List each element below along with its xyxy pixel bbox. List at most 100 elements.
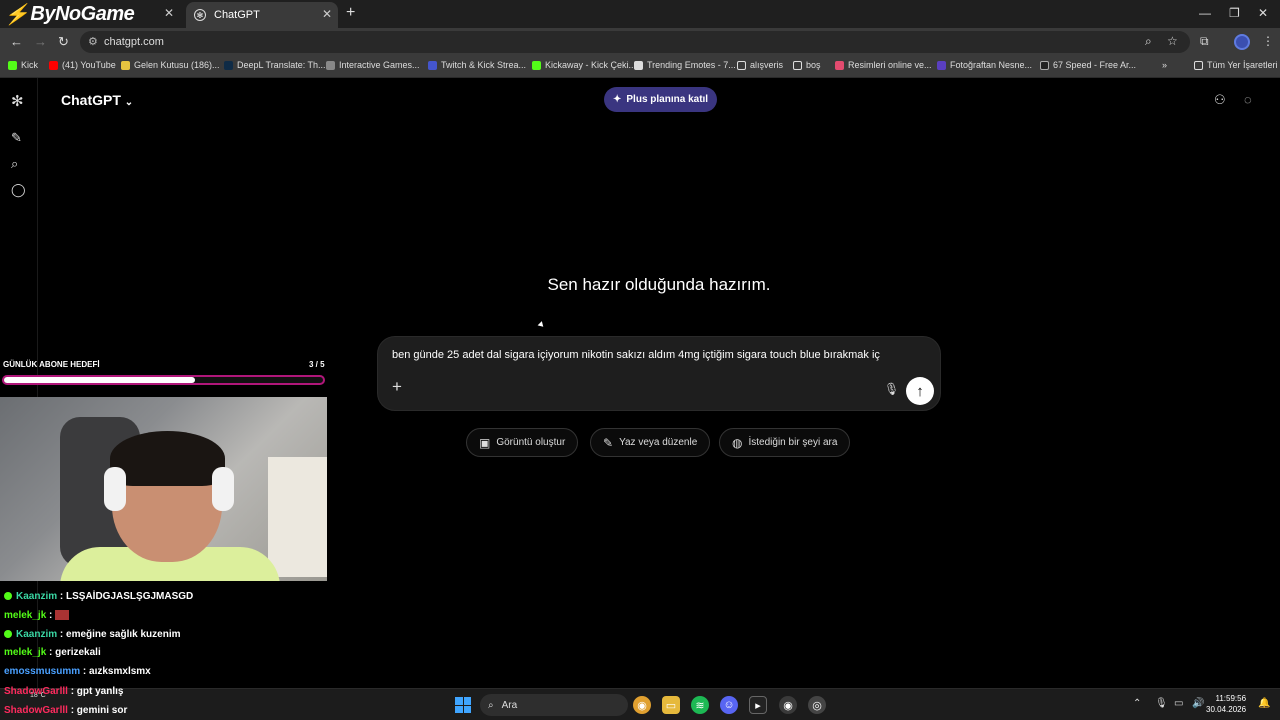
search-anything-button[interactable]: ◍ İstediğin bir şeyi ara [719, 428, 851, 457]
chat-message: ShadowGarlll : gemini sor [4, 705, 128, 716]
chrome-active-icon[interactable]: ◉ [779, 696, 797, 714]
brand-logo: ⚡ ByNoGame [4, 2, 135, 26]
url-text: chatgpt.com [104, 36, 164, 48]
tray-chevron-icon[interactable]: ⌃ [1133, 698, 1141, 709]
add-user-icon[interactable]: ⚇ [1214, 92, 1226, 108]
address-bar-row: ← → ↻ ⚙ chatgpt.com ⌕ ☆ ⧉ ⋮ [0, 28, 1280, 56]
headphones-left [104, 467, 126, 511]
bookmark-item[interactable]: Twitch & Kick Strea... [428, 60, 526, 70]
sparkle-icon: ✦ [613, 94, 622, 105]
sub-goal-progress-fill [4, 377, 196, 383]
bookmark-item[interactable]: DeepL Translate: Th... [224, 60, 326, 70]
openai-icon: ✻ [194, 9, 206, 21]
close-window-icon[interactable]: ✕ [1258, 6, 1268, 20]
bookmark-folder[interactable]: alışveris [737, 60, 783, 70]
bookmark-item[interactable]: 67 Speed - Free Ar... [1040, 60, 1136, 70]
pencil-icon: ✎ [603, 435, 614, 450]
reload-icon[interactable]: ↻ [58, 34, 69, 50]
discord-icon[interactable]: ☺ [720, 696, 738, 714]
bookmark-item[interactable]: Interactive Games... [326, 60, 420, 70]
sub-goal-progress-bar [2, 375, 325, 385]
mouse-cursor [537, 321, 546, 329]
webcam-feed [0, 397, 327, 581]
chrome-icon[interactable]: ◉ [633, 696, 651, 714]
bookmark-item[interactable]: Resimleri online ve... [835, 60, 932, 70]
hero-heading: Sen hazır olduğunda hazırım. [547, 275, 771, 294]
url-field[interactable]: ⚙ chatgpt.com [80, 31, 1190, 53]
microphone-icon[interactable]: 🎙 [884, 382, 899, 396]
star-icon[interactable]: ☆ [1167, 34, 1178, 48]
sub-goal-count: 3 / 5 [309, 360, 325, 369]
attach-plus-icon[interactable]: + [392, 377, 402, 397]
openai-logo-icon[interactable]: ✻ [11, 92, 24, 110]
network-icon[interactable]: ▭ [1174, 698, 1183, 709]
tab-close-icon[interactable]: ✕ [322, 7, 332, 21]
emote-icon [55, 610, 70, 621]
browser-tab-bar: ⚡ ByNoGame ✕ ✻ ChatGPT ✕ + — ❐ ✕ [0, 0, 1280, 28]
file-explorer-icon[interactable]: ▭ [662, 696, 680, 714]
taskbar-search[interactable]: ⌕ Ara [480, 694, 628, 716]
obs-icon[interactable]: ▸ [749, 696, 767, 714]
spotify-icon[interactable]: ≋ [691, 696, 709, 714]
chat-message: ShadowGarlll : gpt yanlış [4, 686, 124, 697]
chat-message: melek_jk : gerizekali [4, 647, 101, 658]
tab-close-icon[interactable]: ✕ [164, 6, 174, 20]
globe-icon: ◍ [732, 435, 743, 450]
new-chat-icon[interactable]: ✎ [11, 130, 22, 146]
prompt-composer[interactable]: ben günde 25 adet dal sigara içiyorum ni… [377, 336, 941, 411]
background-cabinet [268, 457, 327, 577]
clock-time: 11:59:56 [1215, 694, 1247, 703]
bookmark-item[interactable]: Kickaway - Kick Çeki... [532, 60, 636, 70]
chat-message: emossmusumm : aızksmxlsmx [4, 666, 151, 677]
bookmark-item[interactable]: Fotoğraftan Nesne... [937, 60, 1032, 70]
temporary-chat-icon[interactable]: ◌ [1244, 92, 1252, 107]
chat-bubble-icon[interactable]: ◯ [11, 182, 26, 198]
tab-title: ChatGPT [214, 9, 260, 21]
start-button[interactable] [455, 697, 471, 713]
tab-chatgpt[interactable]: ✻ ChatGPT ✕ [186, 2, 338, 28]
profile-avatar[interactable] [1234, 34, 1250, 50]
write-edit-button[interactable]: ✎ Yaz veya düzenle [590, 428, 711, 457]
chat-message: Kaanzim : emeğine sağlık kuzenim [4, 629, 181, 640]
sub-goal-label: GÜNLÜK ABONE HEDEFİ [3, 360, 100, 369]
site-settings-icon[interactable]: ⚙ [88, 35, 98, 48]
bookmark-item[interactable]: (41) YouTube [49, 60, 116, 70]
bookmark-item[interactable]: Trending Emotes - 7... [634, 60, 736, 70]
bookmark-item[interactable]: Gelen Kutusu (186)... [121, 60, 220, 70]
search-icon[interactable]: ⌕ [11, 156, 18, 172]
search-icon: ⌕ [488, 699, 494, 711]
model-selector[interactable]: ChatGPT ⌄ [61, 92, 133, 108]
windows-taskbar: 18°C ⌕ Ara ◉ ▭ ≋ ☺ ▸ ◉ ◎ ⌃ 🎙 ▭ 🔊 11:59:56… [0, 688, 1280, 720]
headphones-right [212, 467, 234, 511]
clock-date: 30.04.2026 [1206, 705, 1247, 714]
more-bookmarks-icon[interactable]: » [1162, 60, 1167, 70]
back-icon[interactable]: ← [10, 34, 23, 49]
forward-icon[interactable]: → [34, 34, 47, 49]
send-button[interactable]: ↑ [906, 377, 934, 405]
volume-icon[interactable]: 🔊 [1192, 698, 1204, 709]
streamer-hair [110, 431, 225, 486]
image-icon: ▣ [479, 435, 491, 450]
app-icon[interactable]: ◎ [808, 696, 826, 714]
chat-message: Kaanzim : LSŞAİDGJASLŞGJMASGD [4, 591, 193, 602]
menu-icon[interactable]: ⋮ [1262, 34, 1274, 48]
upgrade-plus-button[interactable]: ✦ Plus planına katıl [604, 87, 718, 112]
stream-chat: Kaanzim : LSŞAİDGJASLŞGJMASGD melek_jk :… [0, 589, 330, 689]
notification-bell-icon[interactable]: 🔔 [1258, 698, 1270, 709]
all-bookmarks-folder[interactable]: Tüm Yer İşaretleri [1194, 60, 1278, 70]
extensions-icon[interactable]: ⧉ [1200, 34, 1209, 49]
chat-message: melek_jk : [4, 610, 70, 621]
prompt-input[interactable]: ben günde 25 adet dal sigara içiyorum ni… [392, 349, 932, 361]
bookmark-item[interactable]: Kick [8, 60, 38, 70]
zoom-icon[interactable]: ⌕ [1145, 34, 1152, 49]
chevron-down-icon: ⌄ [124, 97, 134, 108]
bookmark-folder[interactable]: boş [793, 60, 821, 70]
restore-icon[interactable]: ❐ [1229, 6, 1240, 20]
new-tab-button[interactable]: + [346, 4, 355, 22]
bookmarks-bar: Kick (41) YouTube Gelen Kutusu (186)... … [0, 56, 1280, 78]
tray-mic-icon[interactable]: 🎙 [1155, 698, 1168, 709]
taskbar-clock[interactable]: 11:59:56 30.04.2026 [1206, 693, 1246, 715]
minimize-icon[interactable]: — [1199, 6, 1211, 20]
chatgpt-app: ✻ ✎ ⌕ ◯ ChatGPT ⌄ ✦ Plus planına katıl ⚇ … [0, 78, 1280, 688]
create-image-button[interactable]: ▣ Görüntü oluştur [466, 428, 579, 457]
